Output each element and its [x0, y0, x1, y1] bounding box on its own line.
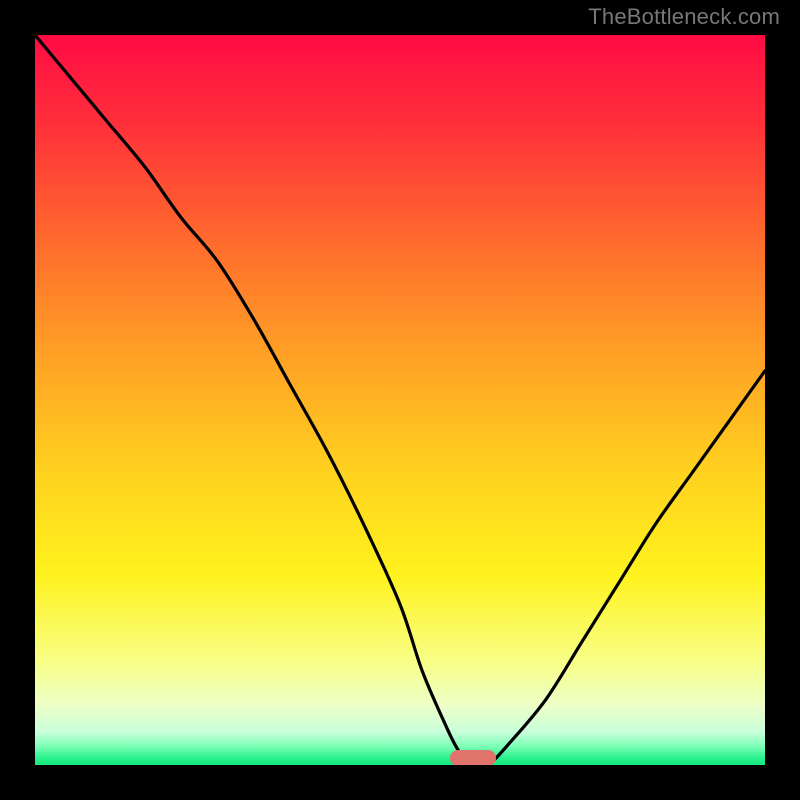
watermark-text: TheBottleneck.com [588, 4, 780, 30]
bottleneck-curve [35, 35, 765, 765]
optimal-marker [450, 750, 496, 765]
chart-frame: TheBottleneck.com [0, 0, 800, 800]
plot-area [35, 35, 765, 765]
